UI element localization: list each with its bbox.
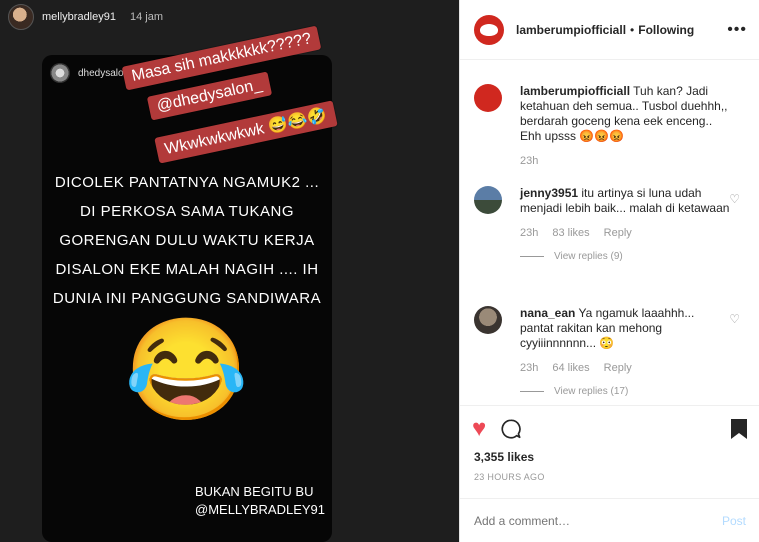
comment-time: 23h [520,362,539,374]
comment-meta: 23h 83 likes Reply [520,226,730,241]
view-replies-label[interactable]: View replies (17) [554,384,628,399]
story-sign: BUKAN BEGITU BU @MELLYBRADLEY91 [195,483,325,519]
post-actions: ♥ 3,355 likes 23 HOURS AGO [460,405,759,505]
view-replies[interactable]: View replies (17) [520,384,730,399]
comment-avatar[interactable] [474,306,502,334]
lips-logo-icon [480,23,498,36]
story-text-line: GORENGAN DULU WAKTU KERJA [59,232,315,249]
story-sign-line: BUKAN BEGITU BU [195,484,314,499]
story-text-line: DI PERKOSA SAMA TUKANG [79,203,295,220]
comment-body: jenny3951 itu artinya si luna udah menja… [520,186,730,264]
replies-divider [520,256,544,257]
story-username[interactable]: mellybradley91 [42,11,116,23]
bookmark-icon[interactable] [730,418,748,440]
post-panel: lamberumpiofficiall • Following ••• lamb… [459,0,759,542]
comment-likes[interactable]: 83 likes [552,226,589,241]
comment-username[interactable]: jenny3951 [520,186,578,200]
comment-body: nana_ean Ya ngamuk laaahhh... pantat rak… [520,306,730,399]
story-card-avatar [50,63,70,83]
story-avatar[interactable] [8,4,34,30]
comment-username[interactable]: nana_ean [520,306,575,320]
replies-divider [520,391,544,392]
comment-time: 23h [520,155,539,167]
story-text-line: DICOLEK PANTATNYA NGAMUK2 ... [54,174,320,191]
account-avatar[interactable] [474,14,504,45]
add-comment-bar: Post [460,498,759,542]
post-time-ago: 23 HOURS AGO [474,472,545,482]
separator-dot: • [630,22,635,37]
story-text: DICOLEK PANTATNYA NGAMUK2 ... DI PERKOSA… [52,168,322,313]
screenshot-root: mellybradley91 14 jam dhedysalon_ Masa s… [0,0,759,542]
comment-icon[interactable] [500,418,522,440]
laughing-emoji-icon: 😂 [124,314,249,426]
reply-button[interactable]: Reply [604,226,632,241]
add-comment-input[interactable] [474,513,722,528]
reply-button[interactable]: Reply [604,361,632,376]
heart-icon[interactable]: ♥ [472,416,486,442]
post-header: lamberumpiofficiall • Following ••• [460,0,759,60]
story-text-line: DUNIA INI PANGGUNG SANDIWARA [52,290,322,307]
comment-likes[interactable]: 64 likes [552,361,589,376]
comment-meta: 23h [520,154,730,169]
comment-avatar[interactable] [474,84,502,112]
story-text-line: DISALON EKE MALAH NAGIH .... IH [55,261,319,278]
likes-count[interactable]: 3,355 likes [474,450,534,464]
comment-like-heart-icon[interactable]: ♡ [729,312,740,326]
comment-body: lamberumpiofficiall Tuh kan? Jadi ketahu… [520,84,730,169]
comment-meta: 23h 64 likes Reply [520,361,730,376]
story-header: mellybradley91 14 jam [8,4,163,30]
post-button[interactable]: Post [722,514,746,528]
view-replies-label[interactable]: View replies (9) [554,249,623,264]
comment-time: 23h [520,227,539,239]
view-replies[interactable]: View replies (9) [520,249,730,264]
action-row: ♥ [472,416,748,442]
story-time: 14 jam [129,11,164,23]
following-button[interactable]: Following [638,23,694,37]
comment-username[interactable]: lamberumpiofficiall [520,84,630,98]
account-name[interactable]: lamberumpiofficiall [516,23,626,37]
story-screenshot: mellybradley91 14 jam dhedysalon_ Masa s… [0,0,459,542]
story-sign-line: @MELLYBRADLEY91 [195,502,326,517]
comments-list[interactable]: lamberumpiofficiall Tuh kan? Jadi ketahu… [460,70,759,405]
comment-like-heart-icon[interactable]: ♡ [729,192,740,206]
more-icon[interactable]: ••• [727,21,747,39]
comment-avatar[interactable] [474,186,502,214]
